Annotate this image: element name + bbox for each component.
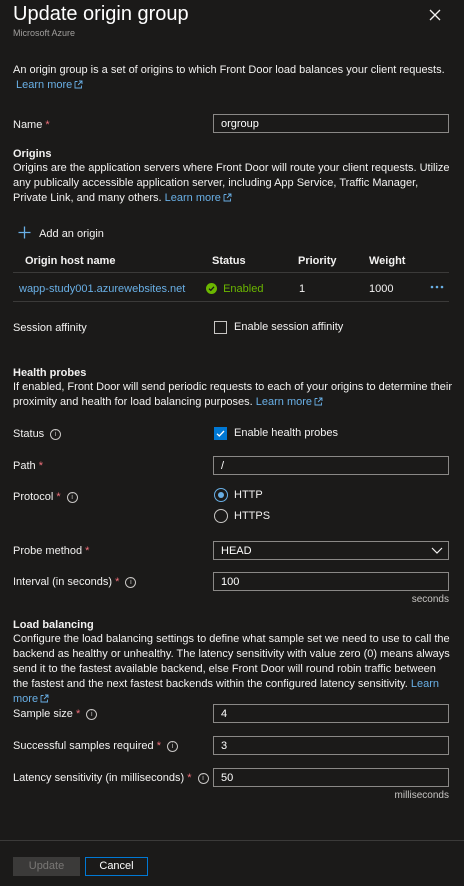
probe-method-value: HEAD: [221, 545, 252, 557]
priority-value: 1: [299, 283, 306, 295]
add-origin-label: Add an origin: [39, 228, 104, 240]
checkmark-icon: [216, 430, 225, 437]
info-icon[interactable]: i: [125, 577, 137, 588]
latency-sensitivity-label-text: Latency sensitivity (in milliseconds): [13, 772, 185, 784]
required-marker: *: [115, 576, 120, 588]
sample-size-input[interactable]: 4: [213, 704, 449, 723]
close-icon[interactable]: [425, 5, 445, 25]
external-link-icon: [40, 694, 49, 703]
weight-value: 1000: [369, 283, 394, 295]
origin-host-link[interactable]: wapp-study001.azurewebsites.net: [19, 283, 185, 295]
plus-icon: [18, 226, 31, 239]
external-link-icon: [314, 397, 323, 406]
enable-health-probes-label: Enable health probes: [234, 427, 338, 439]
health-probes-learn-more-link[interactable]: Learn more: [256, 396, 323, 408]
path-input[interactable]: /: [213, 456, 449, 475]
health-probes-description-block: If enabled, Front Door will send periodi…: [13, 380, 453, 410]
column-header-host: Origin host name: [25, 255, 116, 267]
footer-divider: [0, 840, 464, 841]
protocol-label: Protocol * i: [13, 491, 78, 503]
sample-size-label-text: Sample size: [13, 708, 73, 720]
name-label-text: Name: [13, 119, 43, 131]
check-circle-icon: [206, 283, 217, 294]
name-input[interactable]: orgroup: [213, 114, 449, 133]
status-text: Enabled: [223, 283, 264, 295]
intro-description: An origin group is a set of origins to w…: [13, 64, 445, 76]
protocol-option-https: HTTPS: [234, 510, 271, 522]
info-icon[interactable]: i: [86, 709, 98, 720]
protocol-radio-https[interactable]: [214, 509, 228, 523]
origins-description-block: Origins are the application servers wher…: [13, 161, 453, 206]
probe-method-label: Probe method *: [13, 545, 89, 557]
load-balancing-description-block: Configure the load balancing settings to…: [13, 632, 453, 707]
interval-unit: seconds: [411, 594, 449, 605]
latency-sensitivity-label: Latency sensitivity (in milliseconds) * i: [13, 772, 209, 784]
latency-sensitivity-input[interactable]: 50: [213, 768, 449, 787]
column-header-priority: Priority: [298, 255, 337, 267]
health-probes-heading: Health probes: [13, 367, 87, 379]
interval-label-text: Interval (in seconds): [13, 576, 113, 588]
health-probes-description: If enabled, Front Door will send periodi…: [13, 381, 453, 408]
interval-input[interactable]: 100: [213, 572, 449, 591]
update-button[interactable]: Update: [13, 857, 80, 876]
latency-unit: milliseconds: [394, 790, 449, 801]
required-marker: *: [56, 491, 61, 503]
origins-learn-more-label: Learn more: [164, 192, 221, 204]
external-link-icon: [223, 193, 232, 202]
required-marker: *: [45, 119, 50, 131]
path-label: Path *: [13, 460, 43, 472]
successful-samples-input[interactable]: 3: [213, 736, 449, 755]
info-icon[interactable]: i: [50, 429, 62, 440]
chevron-down-icon: [431, 547, 443, 554]
enable-health-probes-checkbox[interactable]: [214, 427, 227, 440]
health-probes-learn-more-label: Learn more: [255, 396, 313, 408]
intro-learn-more-label: Learn more: [16, 79, 73, 91]
protocol-label-text: Protocol: [13, 491, 54, 503]
external-link-icon: [74, 80, 83, 89]
probe-method-label-text: Probe method: [13, 545, 83, 557]
table-header-divider: [13, 272, 449, 273]
required-marker: *: [187, 772, 192, 784]
path-label-text: Path: [13, 460, 36, 472]
successful-samples-label-text: Successful samples required: [13, 740, 154, 752]
health-status-label: Status i: [13, 428, 62, 440]
required-marker: *: [75, 708, 81, 720]
info-icon[interactable]: i: [197, 773, 209, 784]
info-icon[interactable]: i: [66, 492, 78, 503]
origins-learn-more-link[interactable]: Learn more: [165, 192, 232, 204]
origins-heading: Origins: [13, 148, 52, 160]
load-balancing-heading: Load balancing: [13, 619, 94, 631]
intro-text: An origin group is a set of origins to w…: [13, 63, 453, 93]
panel-title: Update origin group: [13, 3, 189, 25]
table-row-divider: [13, 301, 449, 302]
protocol-radio-http[interactable]: [214, 488, 228, 502]
load-balancing-description: Configure the load balancing settings to…: [13, 633, 450, 690]
session-affinity-checkbox-label: Enable session affinity: [234, 321, 344, 333]
info-icon[interactable]: i: [166, 741, 178, 752]
sample-size-label: Sample size * i: [13, 708, 98, 720]
required-marker: *: [38, 460, 43, 472]
required-marker: *: [85, 545, 90, 557]
health-status-label-text: Status: [13, 428, 45, 440]
add-origin-button[interactable]: Add an origin: [18, 226, 104, 240]
required-marker: *: [156, 740, 161, 752]
successful-samples-label: Successful samples required * i: [13, 740, 178, 752]
status-badge: Enabled: [206, 283, 263, 295]
probe-method-dropdown[interactable]: HEAD: [213, 541, 449, 560]
interval-label: Interval (in seconds) * i: [13, 576, 137, 588]
panel-subtitle: Microsoft Azure: [13, 28, 76, 38]
column-header-weight: Weight: [369, 255, 406, 267]
cancel-button[interactable]: Cancel: [85, 857, 148, 876]
name-label: Name *: [13, 119, 50, 131]
session-affinity-checkbox[interactable]: [214, 321, 227, 334]
protocol-option-http: HTTP: [234, 489, 263, 501]
intro-learn-more-link[interactable]: Learn more: [16, 79, 83, 91]
session-affinity-label: Session affinity: [13, 322, 87, 334]
more-options-icon[interactable]: [430, 280, 446, 294]
column-header-status: Status: [212, 255, 246, 267]
